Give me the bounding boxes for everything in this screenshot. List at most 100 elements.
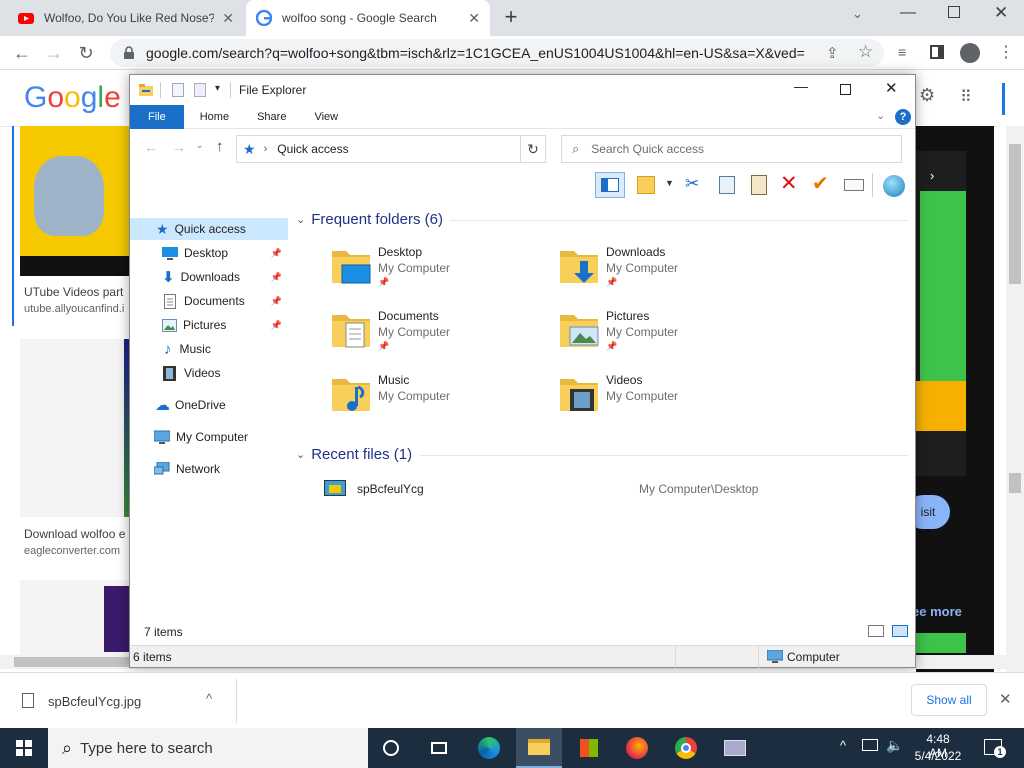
tab-google-search[interactable]: wolfoo song - Google Search ✕ (246, 0, 490, 36)
nav-item-network[interactable]: Network (130, 458, 288, 480)
show-all-button[interactable]: Show all (911, 684, 987, 716)
large-icons-view-icon[interactable] (892, 625, 908, 637)
recent-files-header[interactable]: ⌄ Recent files (1) (296, 446, 412, 463)
settings-gear-icon[interactable]: ⚙ (919, 85, 935, 106)
search-quick-access-input[interactable]: ⌕ Search Quick access (561, 135, 902, 163)
page-vertical-scrollbar[interactable] (1006, 126, 1024, 682)
result-source[interactable]: utube.allyoucanfind.i (24, 303, 124, 315)
firefox-icon[interactable] (614, 728, 660, 768)
nav-item-onedrive[interactable]: ☁ OneDrive (130, 394, 288, 416)
address-text[interactable]: Quick access (277, 142, 348, 156)
paste-icon[interactable] (751, 175, 767, 195)
side-panel-icon[interactable] (930, 45, 944, 59)
cut-icon[interactable]: ✂ (685, 174, 699, 194)
nav-item-quick-access[interactable]: ★ Quick access (130, 218, 288, 240)
refresh-icon[interactable]: ↻ (520, 135, 546, 163)
next-image-icon[interactable]: › (930, 168, 934, 183)
see-more-link[interactable]: ee more (912, 604, 962, 619)
folder-tile-music[interactable]: Music My Computer (330, 373, 540, 429)
pin-icon[interactable]: 📌 (271, 248, 282, 259)
apps-grid-icon[interactable]: ⠿ (960, 87, 972, 107)
folder-tile-documents[interactable]: Documents My Computer 📌 (330, 309, 540, 365)
edge-icon[interactable] (466, 728, 512, 768)
recent-file-row[interactable]: spBcfeulYcg My Computer\Desktop (320, 478, 910, 502)
folder-tile-downloads[interactable]: Downloads My Computer 📌 (558, 245, 768, 301)
breadcrumb-chevron-icon[interactable]: › (264, 143, 268, 155)
collapse-chevron-icon[interactable]: ⌄ (296, 213, 305, 226)
copy-icon[interactable] (719, 176, 735, 194)
cortana-icon[interactable] (368, 728, 414, 768)
ribbon-tab-share[interactable]: Share (243, 105, 300, 129)
network-globe-icon[interactable] (883, 175, 905, 197)
chrome-icon[interactable] (663, 728, 709, 768)
pin-icon[interactable]: 📌 (271, 320, 282, 331)
minimize-icon[interactable]: — (900, 4, 916, 22)
explorer-minimize-icon[interactable]: — (794, 78, 808, 94)
clock-date[interactable]: 5/4/2022 (912, 749, 964, 763)
preview-image[interactable] (916, 151, 966, 476)
result-thumbnail[interactable] (20, 339, 130, 517)
tab-wolfoo-video[interactable]: Wolfoo, Do You Like Red Nose? ✕ (8, 0, 244, 36)
address-bar[interactable]: google.com/search?q=wolfoo+song&tbm=isch… (110, 39, 884, 67)
remote-desktop-icon[interactable] (712, 728, 758, 768)
share-icon[interactable]: ⇪ (826, 44, 839, 62)
new-tab-button[interactable]: + (498, 4, 524, 30)
explorer-close-icon[interactable]: ✕ (885, 79, 898, 97)
chrome-menu-icon[interactable]: ⋮ (998, 42, 1014, 62)
result-title[interactable]: Download wolfoo e (24, 527, 125, 541)
explorer-maximize-icon[interactable] (840, 84, 851, 95)
nav-item-documents[interactable]: Documents 📌 (130, 290, 288, 312)
task-view-icon[interactable] (416, 728, 462, 768)
new-folder-icon[interactable] (637, 176, 655, 194)
pin-icon[interactable]: 📌 (271, 272, 282, 283)
folder-tile-desktop[interactable]: Desktop My Computer 📌 (330, 245, 540, 301)
checkmark-icon[interactable]: ✔ (812, 171, 829, 196)
nav-item-downloads[interactable]: ⬇ Downloads 📌 (130, 266, 288, 288)
download-filename[interactable]: spBcfeulYcg.jpg (48, 694, 141, 709)
new-folder-quick-icon[interactable] (194, 83, 206, 97)
expand-ribbon-icon[interactable]: ⌄ (876, 109, 885, 122)
tab-search-chevron-icon[interactable]: ⌄ (852, 6, 863, 22)
volume-icon[interactable]: 🔈 (886, 737, 903, 754)
show-hidden-icons-chevron[interactable]: ^ (840, 738, 846, 753)
taskbar-search-box[interactable]: ⌕ Type here to search (48, 728, 368, 768)
close-tab-icon[interactable]: ✕ (222, 10, 234, 27)
ribbon-tab-home[interactable]: Home (184, 105, 243, 129)
folder-tile-videos[interactable]: Videos My Computer (558, 373, 768, 429)
result-thumbnail[interactable] (20, 580, 130, 660)
new-folder-dropdown-icon[interactable]: ▼ (665, 178, 674, 188)
up-arrow-icon[interactable]: ↑ (216, 138, 224, 155)
bookmark-star-icon[interactable]: ☆ (858, 42, 873, 62)
reload-icon[interactable]: ↻ (72, 36, 100, 70)
profile-avatar-icon[interactable] (960, 43, 980, 63)
address-box[interactable]: ★ › Quick access ⌄ (236, 135, 546, 163)
restore-icon[interactable] (948, 6, 960, 18)
close-download-shelf-icon[interactable]: ✕ (999, 690, 1012, 708)
network-tray-icon[interactable] (862, 739, 878, 751)
explorer-forward-icon[interactable]: → (172, 139, 186, 155)
customize-toolbar-icon[interactable]: ▾ (215, 83, 220, 94)
folder-tile-pictures[interactable]: Pictures My Computer 📌 (558, 309, 768, 365)
back-arrow-icon[interactable]: ← (8, 36, 36, 70)
nav-item-videos[interactable]: Videos (130, 362, 288, 384)
forward-arrow-icon[interactable]: → (40, 36, 68, 70)
window-close-icon[interactable]: ✕ (994, 3, 1008, 23)
help-icon[interactable]: ? (895, 109, 911, 125)
google-logo[interactable]: Google (24, 81, 121, 115)
nav-item-desktop[interactable]: Desktop 📌 (130, 242, 288, 264)
explorer-back-icon[interactable]: ← (144, 139, 158, 155)
collapse-chevron-icon[interactable]: ⌄ (296, 448, 305, 461)
lock-icon[interactable] (122, 46, 136, 60)
ribbon-tab-file[interactable]: File (130, 104, 184, 129)
ribbon-tab-view[interactable]: View (300, 105, 352, 129)
result-thumbnail[interactable] (20, 126, 130, 276)
preview-pane-icon[interactable] (595, 172, 625, 198)
microsoft-store-icon[interactable] (566, 728, 612, 768)
file-explorer-taskbar-icon[interactable] (516, 728, 562, 768)
result-title[interactable]: UTube Videos part (24, 285, 123, 299)
frequent-folders-header[interactable]: ⌄ Frequent folders (6) (296, 211, 443, 228)
details-view-icon[interactable] (868, 625, 884, 637)
pin-icon[interactable]: 📌 (271, 296, 282, 307)
nav-item-pictures[interactable]: Pictures 📌 (130, 314, 288, 336)
nav-item-music[interactable]: ♪ Music (130, 338, 288, 360)
